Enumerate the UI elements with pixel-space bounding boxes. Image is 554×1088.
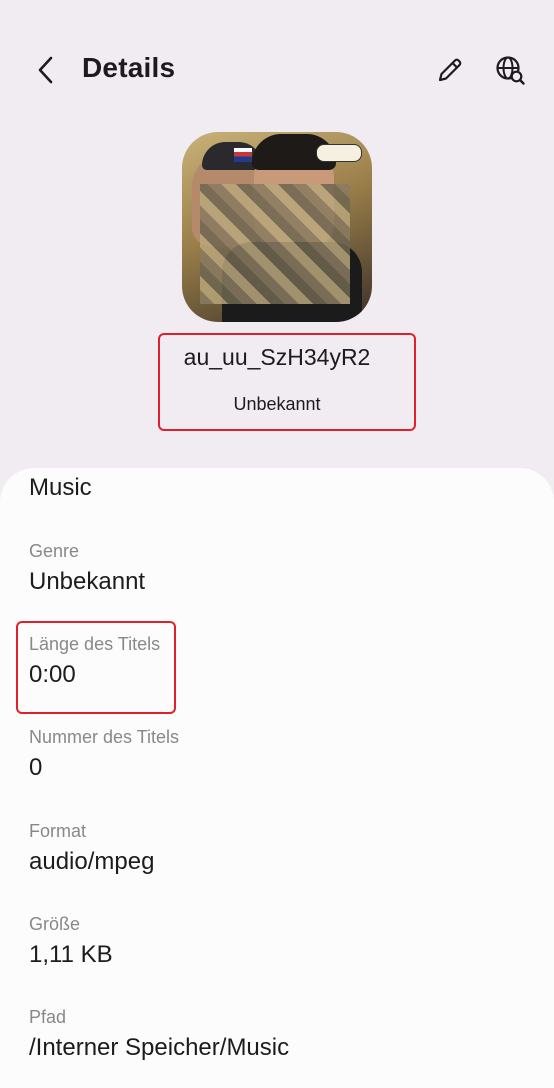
format-row: Format audio/mpeg — [29, 821, 154, 876]
path-row: Pfad /Interner Speicher/Music — [29, 1007, 289, 1062]
pencil-icon — [438, 58, 462, 82]
globe-search-icon — [496, 56, 525, 85]
size-label: Größe — [29, 914, 81, 934]
top-app-bar: Details — [0, 0, 554, 140]
edit-button[interactable] — [430, 50, 470, 90]
track-length-label: Länge des Titels — [29, 634, 161, 654]
format-value: audio/mpeg — [29, 848, 155, 875]
album-cover — [182, 132, 372, 322]
track-number-value: 0 — [29, 754, 43, 781]
chevron-left-icon — [38, 56, 53, 84]
track-artist: Unbekannt — [233, 394, 321, 414]
cover-flag-patch — [234, 148, 252, 162]
track-name: au_uu_SzH34yR2 — [183, 344, 371, 370]
genre-label: Genre — [29, 541, 80, 561]
web-search-button[interactable] — [490, 50, 530, 90]
format-label: Format — [29, 821, 87, 841]
genre-row: Genre Unbekannt — [29, 541, 145, 596]
track-length-row: Länge des Titels 0:00 — [29, 634, 160, 689]
size-row: Größe 1,11 KB — [29, 914, 113, 969]
path-label: Pfad — [29, 1007, 67, 1027]
track-length-value: 0:00 — [29, 661, 76, 688]
genre-value: Unbekannt — [29, 568, 146, 595]
album-value: Music — [29, 474, 92, 501]
size-value: 1,11 KB — [29, 941, 113, 968]
path-value: /Interner Speicher/Music — [29, 1034, 290, 1061]
track-number-label: Nummer des Titels — [29, 727, 180, 747]
album-row: Music — [29, 474, 92, 502]
cover-badge — [316, 144, 362, 162]
cover-blurred-region — [200, 184, 350, 304]
back-button[interactable] — [26, 48, 66, 92]
track-number-row: Nummer des Titels 0 — [29, 727, 179, 782]
page-title: Details — [82, 52, 176, 83]
